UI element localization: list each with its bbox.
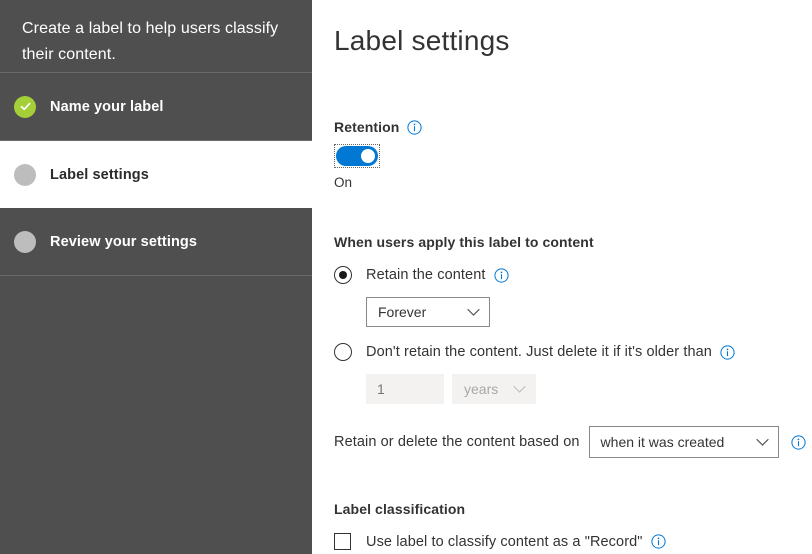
radio-dont-retain-content[interactable] <box>334 343 352 361</box>
info-icon[interactable] <box>407 119 423 135</box>
label-settings-wizard: Create a label to help users classify th… <box>0 0 812 554</box>
check-circle-icon <box>14 95 36 118</box>
sidebar-step-label: Review your settings <box>50 233 198 250</box>
retention-section: Retention On <box>334 119 812 190</box>
record-classification-label: Use label to classify content as a "Reco… <box>366 534 666 550</box>
based-on-label: Retain or delete the content based on <box>334 434 580 450</box>
classification-checkbox-row[interactable]: Use label to classify content as a "Reco… <box>334 533 812 550</box>
step-dot-icon <box>14 230 36 253</box>
radio-retain-label: Retain the content <box>366 267 509 283</box>
wizard-sidebar: Create a label to help users classify th… <box>0 0 312 554</box>
delete-age-number-input[interactable] <box>366 374 444 404</box>
retention-toggle-state-label: On <box>334 175 353 190</box>
sidebar-intro-text: Create a label to help users classify th… <box>22 20 279 63</box>
classification-heading: Label classification <box>334 501 466 517</box>
retain-duration-dropdown[interactable]: Forever <box>366 297 490 327</box>
main-panel: Label settings Retention On When users a… <box>312 0 812 554</box>
apply-heading: When users apply this label to content <box>334 234 594 250</box>
chevron-down-icon <box>755 438 769 447</box>
delete-age-unit-dropdown[interactable]: years <box>452 374 536 404</box>
retention-heading: Retention <box>334 119 400 135</box>
retain-duration-value: Forever <box>378 304 427 320</box>
radio-row-retain[interactable]: Retain the content <box>334 266 812 284</box>
sidebar-step-name-your-label[interactable]: Name your label <box>0 73 312 140</box>
retain-duration-row: Forever <box>366 297 812 327</box>
based-on-dropdown[interactable]: when it was created <box>588 426 779 458</box>
radio-row-delete[interactable]: Don't retain the content. Just delete it… <box>334 343 812 361</box>
sidebar-step-label-settings[interactable]: Label settings <box>0 141 312 208</box>
based-on-row: Retain or delete the content based on wh… <box>334 426 812 458</box>
page-title: Label settings <box>334 25 510 56</box>
info-icon[interactable] <box>790 434 806 450</box>
info-icon[interactable] <box>720 344 735 360</box>
delete-age-row: years <box>366 374 812 404</box>
label-classification-section: Label classification Use label to classi… <box>334 501 812 550</box>
based-on-value: when it was created <box>600 434 725 450</box>
info-icon[interactable] <box>493 267 509 283</box>
record-classification-checkbox[interactable] <box>334 533 351 550</box>
sidebar-step-label: Name your label <box>50 98 164 115</box>
retention-toggle[interactable] <box>336 146 378 166</box>
sidebar-step-review-your-settings[interactable]: Review your settings <box>0 208 312 275</box>
chevron-down-icon <box>467 308 480 317</box>
retention-toggle-focus-ring <box>334 144 380 168</box>
retention-heading-row: Retention <box>334 119 812 135</box>
record-classification-text: Use label to classify content as a "Reco… <box>366 533 643 550</box>
delete-age-unit-value: years <box>464 381 499 397</box>
radio-delete-label: Don't retain the content. Just delete it… <box>366 344 735 360</box>
apply-label-section: When users apply this label to content R… <box>334 234 812 458</box>
radio-delete-text: Don't retain the content. Just delete it… <box>366 344 712 360</box>
step-dot-icon <box>14 163 36 186</box>
info-icon[interactable] <box>650 534 666 549</box>
toggle-knob <box>361 149 375 163</box>
chevron-down-icon <box>513 385 526 394</box>
radio-retain-content[interactable] <box>334 266 352 284</box>
sidebar-step-label: Label settings <box>50 166 149 183</box>
sidebar-divider-2 <box>0 275 312 276</box>
radio-retain-text: Retain the content <box>366 267 486 283</box>
